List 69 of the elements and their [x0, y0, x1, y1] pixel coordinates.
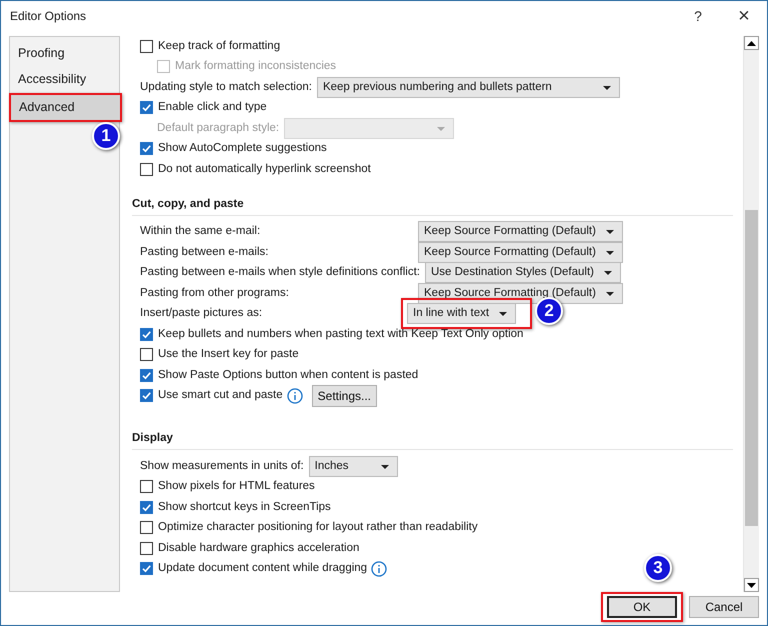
checkbox[interactable] [140, 389, 153, 402]
checkbox[interactable] [140, 480, 153, 494]
section-heading: Cut, copy, and paste [132, 198, 733, 216]
checkbox[interactable] [140, 40, 153, 53]
checkbox[interactable] [140, 142, 153, 156]
checkbox-label: Show pixels for HTML features [158, 479, 315, 494]
dialog-button[interactable]: Cancel [689, 596, 759, 618]
checkbox[interactable] [140, 162, 153, 176]
checkbox[interactable] [140, 521, 153, 534]
step-badge: 3 [644, 554, 672, 582]
checkbox-label: Use the Insert key for paste [158, 347, 299, 362]
sidebar-item[interactable]: Accessibility [10, 67, 119, 92]
checkbox[interactable] [140, 542, 153, 555]
field-label: Pasting from other programs: [140, 286, 290, 301]
checkbox[interactable] [140, 348, 153, 362]
scroll-up-icon[interactable] [744, 36, 759, 50]
checkbox-label: Update document content while dragging [158, 561, 368, 576]
caret-icon [499, 312, 508, 316]
checkbox-label: Enable click and type [158, 100, 267, 116]
close-button[interactable]: × [721, 1, 767, 31]
dialog-button[interactable]: OK [607, 596, 677, 618]
checkbox-label: Use smart cut and paste [158, 388, 283, 404]
checkbox[interactable] [140, 500, 153, 514]
checkbox-label: Disable hardware graphics acceleration [158, 540, 360, 556]
field-label: Default paragraph style: [157, 120, 280, 136]
window-title: Editor Options [10, 9, 88, 23]
dropdown[interactable]: Keep Source Formatting (Default) [418, 242, 623, 263]
checkbox[interactable] [140, 101, 153, 114]
caret-icon [380, 464, 389, 469]
caret-icon [604, 271, 612, 276]
caret-icon [606, 292, 614, 296]
checkbox[interactable] [140, 328, 153, 341]
step-badge: 2 [535, 297, 564, 326]
step-badge: 1 [92, 122, 120, 150]
checkbox[interactable] [140, 562, 153, 576]
field-label: Show measurements in units of: [140, 458, 304, 474]
settings-button[interactable]: Settings... [312, 384, 378, 407]
checkbox-label: Show AutoComplete suggestions [158, 141, 327, 156]
dropdown[interactable]: In line with text [407, 303, 516, 324]
checkbox-label: Show Paste Options button when content is pasted [158, 368, 418, 383]
checkbox-label: Show shortcut keys in ScreenTips [158, 500, 331, 515]
dropdown[interactable]: Inches [308, 456, 398, 477]
checkbox-label: Keep bullets and numbers when pasting text with Keep Text Only option [158, 326, 524, 342]
field-label: Insert/paste pictures as: [140, 306, 264, 322]
dropdown[interactable]: Use Destination Styles (Default) [424, 262, 621, 284]
checkbox-label: Mark formatting inconsistencies [175, 59, 336, 74]
sidebar-item[interactable]: Advanced [11, 95, 120, 120]
section-heading: Display [132, 432, 733, 450]
caret-icon [606, 230, 614, 234]
checkbox-label: Optimize character positioning for layout rather than readability [158, 520, 478, 536]
sidebar-item[interactable]: Proofing [10, 41, 119, 66]
caret-icon [437, 126, 446, 131]
field-label: Pasting between e-mails when style definitions conflict: [140, 265, 420, 280]
dropdown[interactable]: Keep Source Formatting (Default) [418, 221, 623, 242]
info-icon[interactable] [371, 560, 388, 577]
dropdown[interactable]: Keep previous numbering and bullets pattern [316, 76, 620, 98]
scroll-down-icon[interactable] [744, 578, 759, 592]
field-label: Within the same e-mail: [140, 224, 262, 240]
checkbox[interactable] [140, 368, 153, 382]
caret-icon [606, 250, 614, 255]
field-label: Updating style to match selection: [140, 80, 312, 95]
scroll-thumb[interactable] [745, 210, 758, 526]
scrollbar[interactable] [743, 36, 759, 592]
caret-icon [602, 86, 611, 90]
info-icon[interactable] [286, 388, 303, 404]
checkbox-label: Do not automatically hyperlink screenshot [158, 162, 371, 177]
field-label: Pasting between e-mails: [140, 244, 270, 260]
checkbox-label: Keep track of formatting [158, 38, 280, 54]
help-button[interactable]: ? [675, 1, 721, 31]
